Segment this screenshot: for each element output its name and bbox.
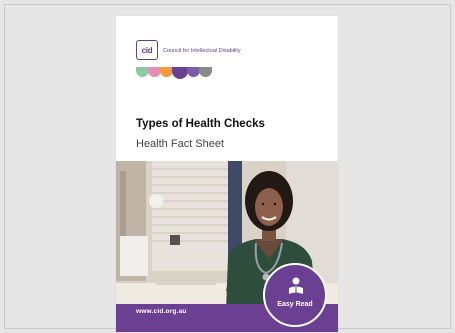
reading-person-icon <box>289 277 303 294</box>
logo-mark: cid <box>141 45 153 55</box>
logo-dot <box>172 67 188 79</box>
footer-url: www.cid.org.au <box>136 308 187 315</box>
document-subtitle: Health Fact Sheet <box>136 138 225 150</box>
easy-read-badge: Easy Read <box>263 263 327 327</box>
document-title: Types of Health Checks <box>136 118 265 130</box>
logo-dots <box>136 67 216 79</box>
cid-logo: cid <box>136 40 158 60</box>
org-name: Council for Intellectual Disability <box>163 48 241 54</box>
badge-label: Easy Read <box>277 301 313 308</box>
document-page: cid Council for Intellectual Disability … <box>116 16 338 332</box>
logo-dot <box>199 67 212 77</box>
